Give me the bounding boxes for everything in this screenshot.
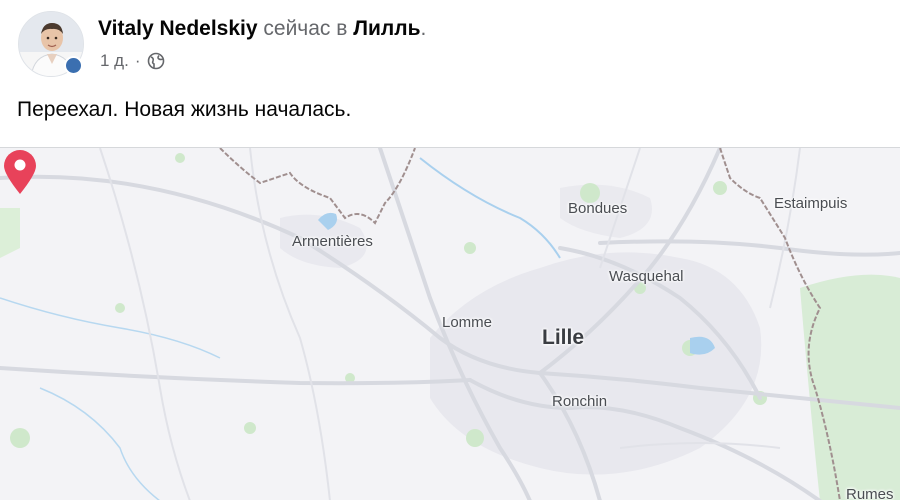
author-line: Vitaly Nedelskiy сейчас в Лилль. xyxy=(98,16,426,42)
label-ronchin: Ronchin xyxy=(552,393,608,410)
post-meta: 1 д. · xyxy=(100,50,165,72)
map-pin-icon[interactable] xyxy=(0,148,40,196)
post-text: Переехал. Новая жизнь началась. xyxy=(17,98,352,121)
label-bondues: Bondues xyxy=(568,200,628,217)
author-name-link[interactable]: Vitaly Nedelskiy xyxy=(98,17,258,40)
post-timestamp[interactable]: 1 д. xyxy=(100,50,129,72)
label-armentieres: Armentières xyxy=(292,233,373,250)
place-link[interactable]: Лилль xyxy=(353,17,420,40)
label-estaimpuis: Estaimpuis xyxy=(774,195,848,212)
label-wasquehal: Wasquehal xyxy=(609,268,684,285)
label-rumes: Rumes xyxy=(846,486,894,500)
post-header: Vitaly Nedelskiy сейчас в Лилль. 1 д. · xyxy=(18,11,878,81)
status-text: сейчас в xyxy=(263,17,348,40)
meta-separator: · xyxy=(134,51,141,70)
label-lille: Lille xyxy=(542,326,585,349)
place-suffix: . xyxy=(420,17,427,40)
label-lomme: Lomme xyxy=(442,314,493,331)
globe-icon[interactable] xyxy=(147,52,165,70)
map-preview[interactable]: Armentières Bondues Estaimpuis Wasquehal… xyxy=(0,147,900,500)
avatar-badge xyxy=(64,56,83,75)
